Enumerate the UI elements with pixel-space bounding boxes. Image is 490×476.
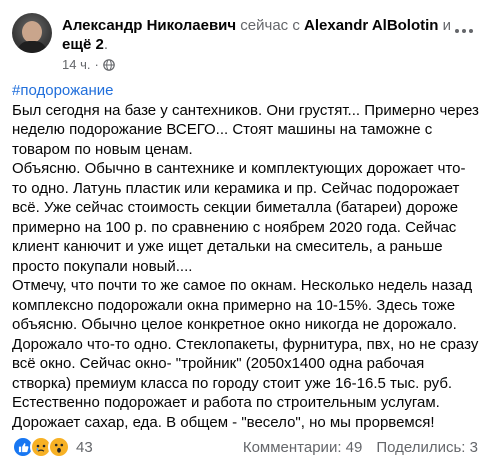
author-name-link[interactable]: Александр Николаевич (62, 17, 236, 34)
post-paragraph: Естественно подорожает и работа по строи… (12, 394, 440, 411)
post-header: Александр Николаевич сейчас с Alexandr A… (12, 13, 482, 73)
timestamp-link[interactable]: 14 ч. (62, 57, 90, 72)
reaction-count: 43 (76, 438, 93, 456)
avatar-face (22, 21, 42, 43)
period-text: . (103, 36, 109, 53)
post-paragraph: Был сегодня на базе у сантехников. Они г… (12, 101, 479, 158)
hashtag-link[interactable]: #подорожание (12, 81, 480, 101)
comments-count-link[interactable]: Комментарии: 49 (243, 439, 363, 456)
avatar[interactable] (12, 13, 52, 53)
author-line: Александр Николаевич сейчас с Alexandr A… (62, 16, 457, 54)
globe-icon[interactable] (103, 58, 115, 71)
post-paragraph: Отмечу, что почти то же самое по окнам. … (12, 277, 479, 392)
more-options-icon (455, 29, 473, 33)
more-options-button[interactable] (452, 19, 476, 43)
reactions-summary[interactable]: 43 (12, 436, 93, 458)
tagged-person-link[interactable]: Alexandr AlBolotin (304, 17, 438, 34)
post-paragraph: Объясню. Обычно в сантехнике и комплекту… (12, 160, 466, 275)
post-card: Александр Николаевич сейчас с Alexandr A… (0, 0, 490, 476)
meta-separator: · (94, 57, 99, 72)
post-paragraph: Дорожает сахар, еда. В общем - "весело",… (12, 413, 435, 431)
post-meta: 14 ч. · (62, 57, 115, 72)
post-footer: 43 Комментарии: 49 Поделились: 3 (12, 436, 478, 458)
conjunction-text: и (442, 17, 452, 34)
activity-text: сейчас с (240, 17, 300, 34)
post-stats: Комментарии: 49 Поделились: 3 (243, 439, 478, 456)
post-content: #подорожание Был сегодня на базе у санте… (12, 81, 480, 432)
avatar-body (17, 41, 47, 53)
others-link[interactable]: ещё 2 (62, 36, 104, 53)
shares-count-link[interactable]: Поделились: 3 (376, 439, 478, 456)
wow-reaction-icon (48, 436, 70, 458)
